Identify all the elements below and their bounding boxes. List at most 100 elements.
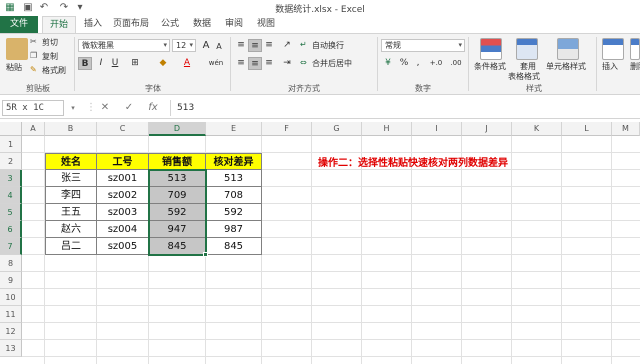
border-icon[interactable]: ⊞ [128,57,142,70]
column-header-h[interactable]: H [362,122,412,136]
indent-icon[interactable]: ⇥ [280,57,294,70]
align-right-icon[interactable]: ≡ [262,57,276,70]
conditional-format-button[interactable]: 条件格式 [474,61,506,72]
cut-button[interactable]: 剪切 [42,37,58,48]
copy-button[interactable]: 复制 [42,51,58,62]
italic-button[interactable]: I [94,57,108,70]
tab-file[interactable]: 文件 [0,16,38,33]
tab-review[interactable]: 审阅 [220,16,248,33]
tab-home[interactable]: 开始 [42,16,76,33]
underline-button[interactable]: U [108,57,122,70]
row-header-4[interactable]: 4 [0,187,22,204]
cell-styles-button[interactable]: 单元格样式 [546,61,586,72]
tab-page-layout[interactable]: 页面布局 [110,16,152,33]
row-header-7[interactable]: 7 [0,238,22,255]
column-header-d[interactable]: D [149,122,206,136]
cell-styles-icon[interactable] [557,38,579,60]
table-cell[interactable]: 845 [206,238,262,255]
increase-decimal-button[interactable]: +.0 [427,57,445,70]
column-header-f[interactable]: F [262,122,312,136]
currency-icon[interactable]: ¥ [381,57,395,70]
name-box[interactable]: 5R x 1C [2,100,64,116]
table-header-cell[interactable]: 核对差异 [206,153,262,170]
fill-color-icon[interactable]: ◆ [156,57,170,70]
row-header-13[interactable]: 13 [0,340,22,357]
paste-icon[interactable] [6,38,28,60]
delete-cells-button[interactable]: 删除 [630,61,640,72]
column-header-i[interactable]: I [412,122,462,136]
tab-data[interactable]: 数据 [188,16,216,33]
bold-button[interactable]: B [78,57,92,70]
table-header-cell[interactable]: 销售额 [149,153,206,170]
align-bottom-icon[interactable]: ≡ [262,39,276,52]
column-header-g[interactable]: G [312,122,362,136]
column-header-l[interactable]: L [562,122,612,136]
table-cell[interactable]: sz003 [97,204,149,221]
paste-button[interactable]: 粘贴 [6,62,22,73]
phonetic-button[interactable]: wén [206,57,226,70]
table-cell[interactable]: 张三 [45,170,97,187]
formula-input[interactable]: 513 [170,100,636,116]
table-cell[interactable]: 李四 [45,187,97,204]
enter-button[interactable]: ✓ [122,101,136,115]
table-header-cell[interactable]: 姓名 [45,153,97,170]
row-header-8[interactable]: 8 [0,255,22,272]
comma-button[interactable]: , [411,57,425,70]
table-cell[interactable]: sz001 [97,170,149,187]
row-header-12[interactable]: 12 [0,323,22,340]
table-cell[interactable]: sz005 [97,238,149,255]
row-header-6[interactable]: 6 [0,221,22,238]
tab-insert[interactable]: 插入 [78,16,108,33]
column-header-a[interactable]: A [22,122,45,136]
insert-cells-icon[interactable] [602,38,624,60]
column-header-j[interactable]: J [462,122,512,136]
table-cell[interactable]: 吕二 [45,238,97,255]
insert-function-button[interactable]: fx [146,101,160,115]
number-format-select[interactable]: 常规 ▾ [381,39,465,52]
table-cell[interactable]: 513 [206,170,262,187]
row-header-1[interactable]: 1 [0,136,22,153]
orientation-icon[interactable]: ↗ [280,39,294,52]
table-format-icon[interactable] [516,38,538,60]
select-all-corner[interactable] [0,122,22,136]
merge-center-button[interactable]: 合并后居中 [312,58,352,69]
table-cell[interactable]: 708 [206,187,262,204]
decrease-decimal-button[interactable]: .00 [447,57,465,70]
align-top-icon[interactable]: ≡ [234,39,248,52]
wrap-text-button[interactable]: 自动换行 [312,40,344,51]
table-cell[interactable]: 赵六 [45,221,97,238]
table-cell[interactable]: 王五 [45,204,97,221]
grow-font-button[interactable]: A [199,39,213,52]
format-painter-button[interactable]: 格式刷 [42,65,66,76]
tab-view[interactable]: 视图 [252,16,280,33]
fill-handle[interactable] [203,252,208,257]
shrink-font-button[interactable]: A [212,40,226,53]
row-header-5[interactable]: 5 [0,204,22,221]
delete-cells-icon[interactable] [630,38,640,60]
table-cell[interactable]: sz004 [97,221,149,238]
row-header-10[interactable]: 10 [0,289,22,306]
chevron-down-icon[interactable]: ▾ [66,101,80,115]
conditional-format-icon[interactable] [480,38,502,60]
align-center-icon[interactable]: ≡ [248,57,262,70]
align-left-icon[interactable]: ≡ [234,57,248,70]
table-header-cell[interactable]: 工号 [97,153,149,170]
font-color-icon[interactable]: A [180,57,194,70]
row-header-9[interactable]: 9 [0,272,22,289]
row-header-11[interactable]: 11 [0,306,22,323]
align-middle-icon[interactable]: ≡ [248,39,262,52]
column-header-b[interactable]: B [45,122,97,136]
column-header-c[interactable]: C [97,122,149,136]
font-size-select[interactable]: 12 ▾ [172,39,196,52]
tab-formulas[interactable]: 公式 [156,16,184,33]
column-header-e[interactable]: E [206,122,262,136]
column-header-k[interactable]: K [512,122,562,136]
column-header-m[interactable]: M [612,122,640,136]
table-cell[interactable]: 592 [206,204,262,221]
row-header-3[interactable]: 3 [0,170,22,187]
cancel-button[interactable]: ✕ [98,101,112,115]
table-cell[interactable]: sz002 [97,187,149,204]
table-cell[interactable]: 987 [206,221,262,238]
percent-button[interactable]: % [397,57,411,70]
font-name-select[interactable]: 微软雅黑 ▾ [78,39,170,52]
